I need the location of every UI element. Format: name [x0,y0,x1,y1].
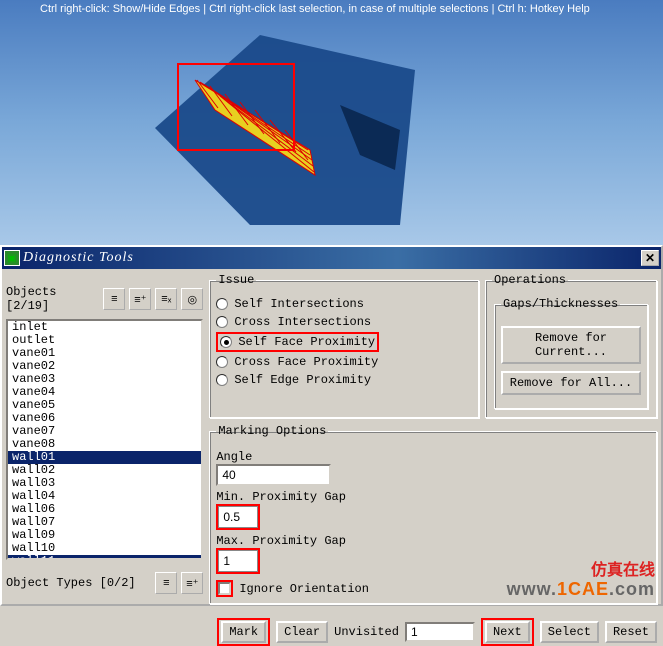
close-button[interactable]: ✕ [641,250,659,266]
highlight-box [177,63,295,151]
objects-list[interactable]: inletoutletvane01vane02vane03vane04vane0… [6,319,203,560]
maxprox-input[interactable] [218,550,258,572]
angle-input[interactable] [216,464,331,486]
unvisited-label: Unvisited [334,625,399,639]
gaps-legend: Gaps/Thicknesses [501,297,620,311]
select-button[interactable]: Select [540,621,599,643]
issue-group: Issue Self Intersections Cross Intersecti… [209,273,479,418]
issue-radio[interactable] [216,298,228,310]
remove-current-button[interactable]: Remove for Current... [501,326,641,364]
object-types-label: Object Types [0/2] [6,576,136,590]
types-btn-2[interactable]: ≡⁺ [181,572,203,594]
issue-option-label: Cross Intersections [234,315,371,329]
issue-legend: Issue [216,273,256,287]
issue-radio[interactable] [220,336,232,348]
reset-button[interactable]: Reset [605,621,657,643]
viewport-3d[interactable]: Ctrl right-click: Show/Hide Edges | Ctrl… [0,0,663,245]
next-button[interactable]: Next [485,621,530,643]
angle-label: Angle [216,450,650,464]
objects-panel: Objects [2/19] ≡ ≡⁺ ≡ₓ ◎ inletoutletvane… [6,273,203,600]
list-btn-3[interactable]: ≡ₓ [155,288,177,310]
list-btn-1[interactable]: ≡ [103,288,125,310]
issue-option-label: Self Intersections [234,297,364,311]
clear-button[interactable]: Clear [276,621,328,643]
maxprox-label: Max. Proximity Gap [216,534,650,548]
issue-option-label: Cross Face Proximity [234,355,378,369]
issue-option-label: Self Edge Proximity [234,373,371,387]
marking-legend: Marking Options [216,424,328,438]
issue-radio[interactable] [216,356,228,368]
diagnostic-tools-dialog: ▣ Diagnostic Tools ✕ Objects [2/19] ≡ ≡⁺… [0,245,663,606]
action-row: Mark Clear Unvisited Next Select Reset [209,618,657,646]
minprox-label: Min. Proximity Gap [216,490,650,504]
unvisited-input[interactable] [405,622,475,642]
geometry-scene [0,0,663,245]
issue-radio[interactable] [216,316,228,328]
list-item[interactable]: wall11 [8,555,201,558]
remove-all-button[interactable]: Remove for All... [501,371,641,395]
mark-button[interactable]: Mark [221,621,266,643]
operations-legend: Operations [492,273,568,287]
dialog-title: Diagnostic Tools [23,250,641,266]
list-btn-4[interactable]: ◎ [181,288,203,310]
list-btn-2[interactable]: ≡⁺ [129,288,151,310]
objects-label: Objects [2/19] [6,285,103,313]
minprox-input[interactable] [218,506,258,528]
operations-group: Operations Gaps/Thicknesses Remove for C… [485,273,657,418]
types-btn-1[interactable]: ≡ [155,572,177,594]
options-panel: Issue Self Intersections Cross Intersecti… [209,273,657,600]
dialog-icon: ▣ [4,250,20,266]
ignore-orientation-checkbox[interactable] [218,582,231,595]
dialog-titlebar[interactable]: ▣ Diagnostic Tools ✕ [2,247,661,269]
watermark: 仿真在线 www.1CAE.com [507,562,655,598]
issue-option-label: Self Face Proximity [238,335,375,349]
ignore-orientation-label: Ignore Orientation [239,582,369,596]
gaps-group: Gaps/Thicknesses Remove for Current... R… [494,297,648,409]
issue-radio[interactable] [216,374,228,386]
